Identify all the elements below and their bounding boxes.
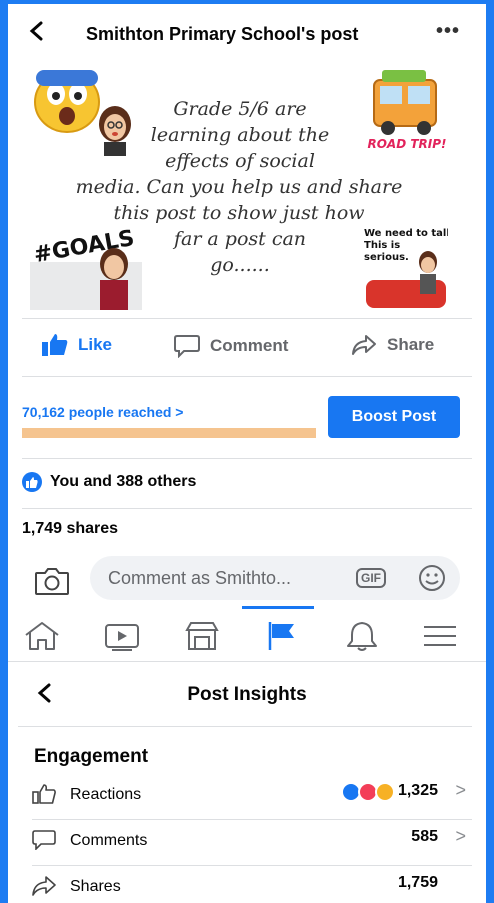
reach-progress-bar [22, 428, 316, 438]
people-reached-link[interactable]: 70,162 people reached > [22, 404, 183, 420]
app-screen: Smithton Primary School's post ••• ROAD … [8, 4, 486, 903]
reactions-count-text: You and 388 others [50, 473, 197, 490]
svg-text:We need to talk.: We need to talk. [364, 228, 448, 239]
divider [22, 318, 472, 319]
post-text-line: go...... [210, 254, 270, 276]
post-image[interactable]: ROAD TRIP! Grade 5/6 are learning about … [30, 62, 448, 310]
comments-value: 585 [411, 828, 438, 845]
camera-icon[interactable] [34, 566, 70, 596]
home-icon[interactable] [22, 620, 62, 652]
comments-label: Comments [70, 832, 148, 849]
comment-button[interactable]: Comment [174, 334, 288, 358]
comment-label: Comment [210, 336, 289, 355]
divider [32, 865, 472, 866]
reactions-label: Reactions [70, 786, 142, 803]
post-title: Smithton Primary School's post [86, 24, 359, 44]
share-button[interactable]: Share [351, 334, 434, 356]
marketplace-icon[interactable] [182, 620, 222, 652]
watch-video-icon[interactable] [102, 620, 142, 652]
post-text-line: effects of social [165, 150, 315, 172]
reactions-row[interactable]: Reactions 1,325 > [32, 776, 472, 820]
comment-bubble-icon [174, 335, 200, 358]
svg-text:This is: This is [364, 240, 400, 251]
post-text-line: far a post can [173, 228, 307, 250]
emoji-icon[interactable] [418, 564, 446, 592]
divider [18, 726, 472, 727]
shares-row[interactable]: Shares 1,759 [32, 868, 472, 903]
like-button[interactable]: Like [42, 334, 112, 356]
pages-flag-icon[interactable] [262, 620, 302, 652]
notifications-bell-icon[interactable] [342, 620, 382, 652]
share-outline-icon [32, 876, 56, 896]
engagement-heading: Engagement [34, 746, 149, 767]
reaction-type-icons [341, 782, 395, 802]
shares-value: 1,759 [397, 874, 438, 891]
road-trip-label: ROAD TRIP! [367, 137, 446, 151]
comment-input[interactable]: Comment as Smithto... GIF [90, 556, 460, 600]
svg-text:serious.: serious. [364, 252, 409, 263]
goals-sticker: #GOALS [30, 226, 142, 310]
bottom-tab-bar [8, 606, 486, 662]
gif-button[interactable]: GIF [356, 568, 386, 588]
divider [22, 508, 472, 509]
comment-outline-icon [32, 830, 56, 850]
like-label: Like [78, 335, 113, 354]
reactions-value: 1,325 [397, 782, 438, 799]
shares-label: Shares [70, 878, 121, 895]
menu-hamburger-icon[interactable] [420, 620, 460, 652]
boost-post-button[interactable]: Boost Post [328, 396, 460, 438]
we-need-to-talk-sticker: We need to talk. This is serious. [364, 228, 448, 308]
comment-placeholder: Comment as Smithto... [108, 568, 292, 588]
shares-count[interactable]: 1,749 shares [22, 520, 118, 538]
like-reaction-icon [22, 472, 42, 492]
chevron-right-icon: > [455, 826, 466, 846]
wow-reaction-icon [375, 782, 395, 802]
insights-title: Post Insights [187, 684, 307, 705]
road-trip-sticker: ROAD TRIP! [367, 70, 447, 151]
post-actions: Like Comment Share [8, 326, 486, 370]
active-tab-indicator [242, 606, 314, 609]
divider [22, 458, 472, 459]
thumbs-up-outline-icon [32, 784, 56, 804]
post-text-line: media. Can you help us and share [75, 176, 403, 198]
reactions-summary[interactable]: You and 388 others [22, 472, 196, 492]
thumbs-up-icon [42, 334, 68, 356]
divider [32, 819, 472, 820]
more-options-icon[interactable]: ••• [436, 20, 460, 43]
post-text-line: learning about the [150, 124, 330, 146]
chevron-right-icon: > [455, 780, 466, 800]
share-label: Share [387, 335, 435, 354]
post-header: Smithton Primary School's post ••• [8, 4, 486, 60]
comments-row[interactable]: Comments 585 > [32, 822, 472, 866]
back-arrow-icon[interactable] [26, 20, 48, 42]
divider [22, 376, 472, 377]
post-text-line: Grade 5/6 are [173, 98, 307, 120]
share-arrow-icon [352, 335, 376, 355]
